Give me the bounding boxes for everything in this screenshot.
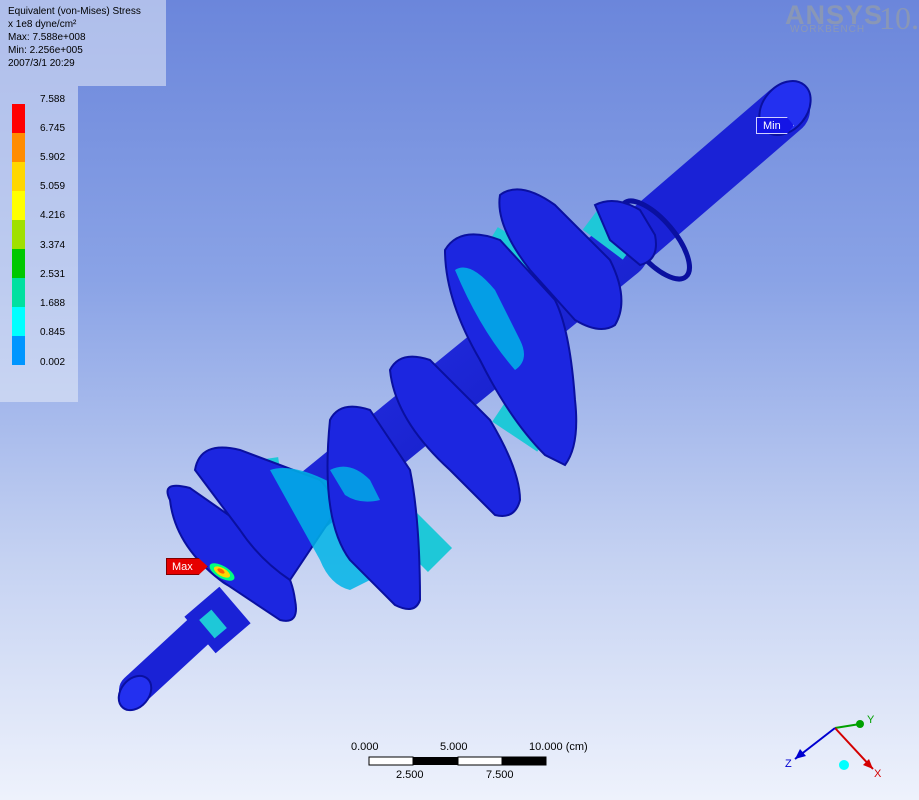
scale-label: 7.500: [486, 769, 514, 781]
triad-origin-icon: [839, 760, 849, 770]
scale-label: 0.000: [351, 741, 379, 753]
triad-x-label: X: [874, 768, 882, 780]
triad-y-label: Y: [867, 714, 875, 726]
front-shaft: [117, 586, 251, 712]
graphics-viewport[interactable]: Equivalent (von-Mises) Stress x 1e8 dyne…: [0, 0, 919, 800]
crank-webs: [166, 188, 657, 622]
min-probe-label[interactable]: Min: [756, 117, 794, 134]
scale-label: 10.000 (cm): [529, 741, 588, 753]
scale-label: 5.000: [440, 741, 468, 753]
y-axis-tip: [856, 720, 864, 728]
scale-label: 2.500: [396, 769, 424, 781]
axis-triad[interactable]: Y X Z: [780, 712, 890, 792]
triad-z-label: Z: [785, 758, 792, 770]
